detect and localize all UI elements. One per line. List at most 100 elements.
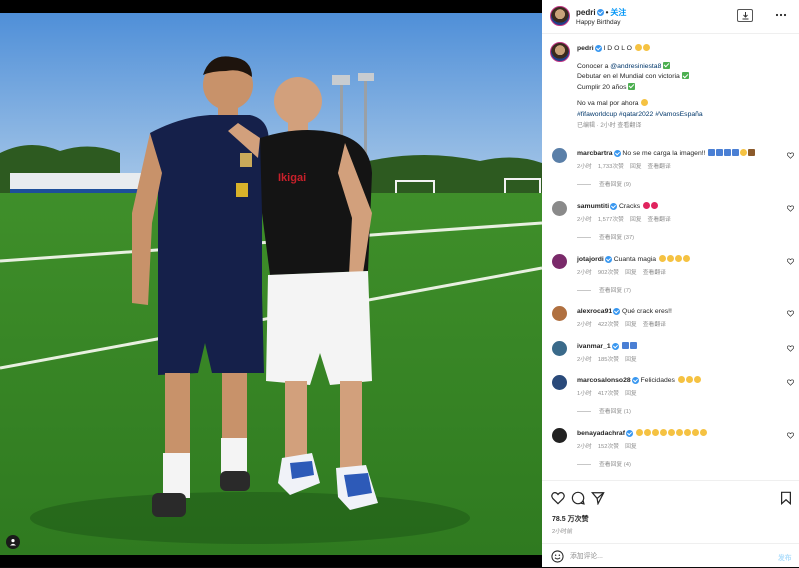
comment-icon[interactable] (571, 491, 585, 505)
view-replies-button[interactable]: 查看回复 (4) (577, 459, 631, 468)
emoji-icon[interactable] (551, 550, 564, 563)
comment-username[interactable]: jotajordi (577, 256, 604, 263)
view-replies-button[interactable]: 查看回复 (9) (577, 179, 631, 188)
emoji-icon (643, 429, 651, 436)
reply-button[interactable]: 回复 (625, 444, 637, 450)
author-avatar[interactable] (550, 6, 570, 26)
comment-likes[interactable]: 422次赞 (598, 322, 619, 328)
emoji-icon (693, 376, 701, 383)
comment-avatar[interactable] (552, 306, 567, 321)
mention-link[interactable]: @andresiniesta8 (610, 63, 661, 70)
comment-meta: 2小时 1,733次赞 回复 查看翻译 (577, 164, 671, 170)
emoji-icon (748, 149, 756, 156)
verified-badge-icon (594, 44, 602, 52)
caption-closing: No va mal por ahora (577, 99, 792, 110)
photo-top-border (0, 0, 542, 13)
like-comment-heart-icon[interactable] (787, 432, 794, 439)
comment-likes[interactable]: 1,733次赞 (598, 164, 624, 170)
reply-button[interactable]: 回复 (630, 164, 642, 170)
comment-avatar[interactable] (552, 341, 567, 356)
post-comment-button[interactable]: 发布 (778, 552, 792, 562)
reply-button[interactable]: 回复 (625, 391, 637, 397)
verified-badge-icon (604, 255, 612, 263)
translate-button[interactable]: 查看翻译 (648, 164, 671, 170)
translate-button[interactable]: 查看翻译 (643, 322, 666, 328)
comment-meta: 2小时 902次赞 回复 查看翻译 (577, 270, 666, 276)
emoji-icon (651, 429, 659, 436)
like-comment-heart-icon[interactable] (787, 152, 794, 159)
comment-text-line: benayadachraf (577, 429, 782, 439)
svg-text:Ikigai: Ikigai (278, 172, 306, 184)
add-comment-bar: 发布 (542, 543, 799, 568)
emoji-icon (651, 202, 659, 209)
more-options-button[interactable] (775, 9, 787, 20)
post-actions: 78.5 万次赞 2小时前 发布 (542, 480, 799, 567)
view-replies-button[interactable]: 查看回复 (1) (577, 406, 631, 415)
view-replies-button[interactable]: 查看回复 (37) (577, 232, 634, 241)
reply-button[interactable]: 回复 (625, 357, 637, 363)
emoji-icon (685, 376, 693, 383)
share-icon[interactable] (591, 491, 605, 505)
comment-avatar[interactable] (552, 201, 567, 216)
audio-subtitle[interactable]: Happy Birthday (576, 19, 620, 26)
translate-button[interactable]: 查看翻译 (643, 270, 666, 276)
comment-username[interactable]: marcbartra (577, 150, 613, 157)
post-header: pedri • 关注 Happy Birthday (542, 0, 799, 34)
instagram-post-modal: Ikigai pedri • 关注 Happy Birthday pedri I… (0, 0, 799, 567)
comment-avatar[interactable] (552, 375, 567, 390)
like-comment-heart-icon[interactable] (787, 345, 794, 352)
comment-text: Felicidades (640, 377, 675, 384)
comment-meta: 1小时 417次赞 回复 (577, 391, 637, 397)
download-button[interactable] (737, 9, 753, 22)
comment-username[interactable]: samumtiti (577, 203, 609, 210)
check-emoji-icon (663, 61, 671, 69)
more-icon (775, 13, 787, 17)
comment-likes[interactable]: 152次赞 (598, 444, 619, 450)
emoji-icon (683, 429, 691, 436)
translate-button[interactable]: 查看翻译 (648, 217, 671, 223)
like-comment-heart-icon[interactable] (787, 258, 794, 265)
like-comment-heart-icon[interactable] (787, 310, 794, 317)
caption-username[interactable]: pedri (577, 45, 594, 52)
comment-meta: 2小时 152次赞 回复 (577, 444, 637, 450)
comment-likes[interactable]: 1,577次赞 (598, 217, 624, 223)
comment-input[interactable] (570, 550, 760, 563)
verified-badge-icon (625, 429, 633, 437)
like-comment-heart-icon[interactable] (787, 205, 794, 212)
like-comment-heart-icon[interactable] (787, 379, 794, 386)
emoji-icon (642, 44, 650, 51)
comment-avatar[interactable] (552, 148, 567, 163)
emoji-icon (677, 376, 685, 383)
comment-username[interactable]: alexroca91 (577, 308, 612, 315)
comment-likes[interactable]: 185次赞 (598, 357, 619, 363)
reply-button[interactable]: 回复 (625, 322, 637, 328)
user-tag-button[interactable] (6, 535, 20, 549)
heart-icon[interactable] (551, 491, 565, 505)
comment-likes[interactable]: 417次赞 (598, 391, 619, 397)
post-photo[interactable]: Ikigai (0, 13, 542, 555)
author-username[interactable]: pedri (576, 8, 596, 17)
comment-text: Cracks (619, 203, 641, 210)
verified-badge-icon (596, 9, 604, 17)
caption-hashtags[interactable]: #fifaworldcup #qatar2022 #VamosEspaña (577, 110, 792, 121)
check-emoji-icon (628, 82, 636, 90)
comment-likes[interactable]: 902次赞 (598, 270, 619, 276)
comment-username[interactable]: ivanmar_1 (577, 343, 611, 350)
comment-avatar[interactable] (552, 428, 567, 443)
comments-scroll-area[interactable]: pedri I D O L O Conocer a @andresiniesta… (542, 35, 799, 480)
comment-avatar[interactable] (552, 254, 567, 269)
follow-button[interactable]: 关注 (610, 8, 626, 17)
bookmark-icon[interactable] (779, 491, 793, 505)
emoji-icon (641, 99, 649, 107)
comment-meta: 2小时 1,577次赞 回复 查看翻译 (577, 217, 671, 223)
comment-username[interactable]: benayadachraf (577, 430, 625, 437)
emoji-icon (691, 429, 699, 436)
view-replies-button[interactable]: 查看回复 (7) (577, 285, 631, 294)
likes-count[interactable]: 78.5 万次赞 (552, 514, 589, 524)
reply-button[interactable]: 回复 (625, 270, 637, 276)
comment-username[interactable]: marcosalonso28 (577, 377, 631, 384)
emoji-icon (659, 429, 667, 436)
caption-avatar[interactable] (550, 42, 570, 62)
caption-meta[interactable]: 已编辑 · 2小时 查看翻译 (577, 121, 792, 132)
reply-button[interactable]: 回复 (630, 217, 642, 223)
